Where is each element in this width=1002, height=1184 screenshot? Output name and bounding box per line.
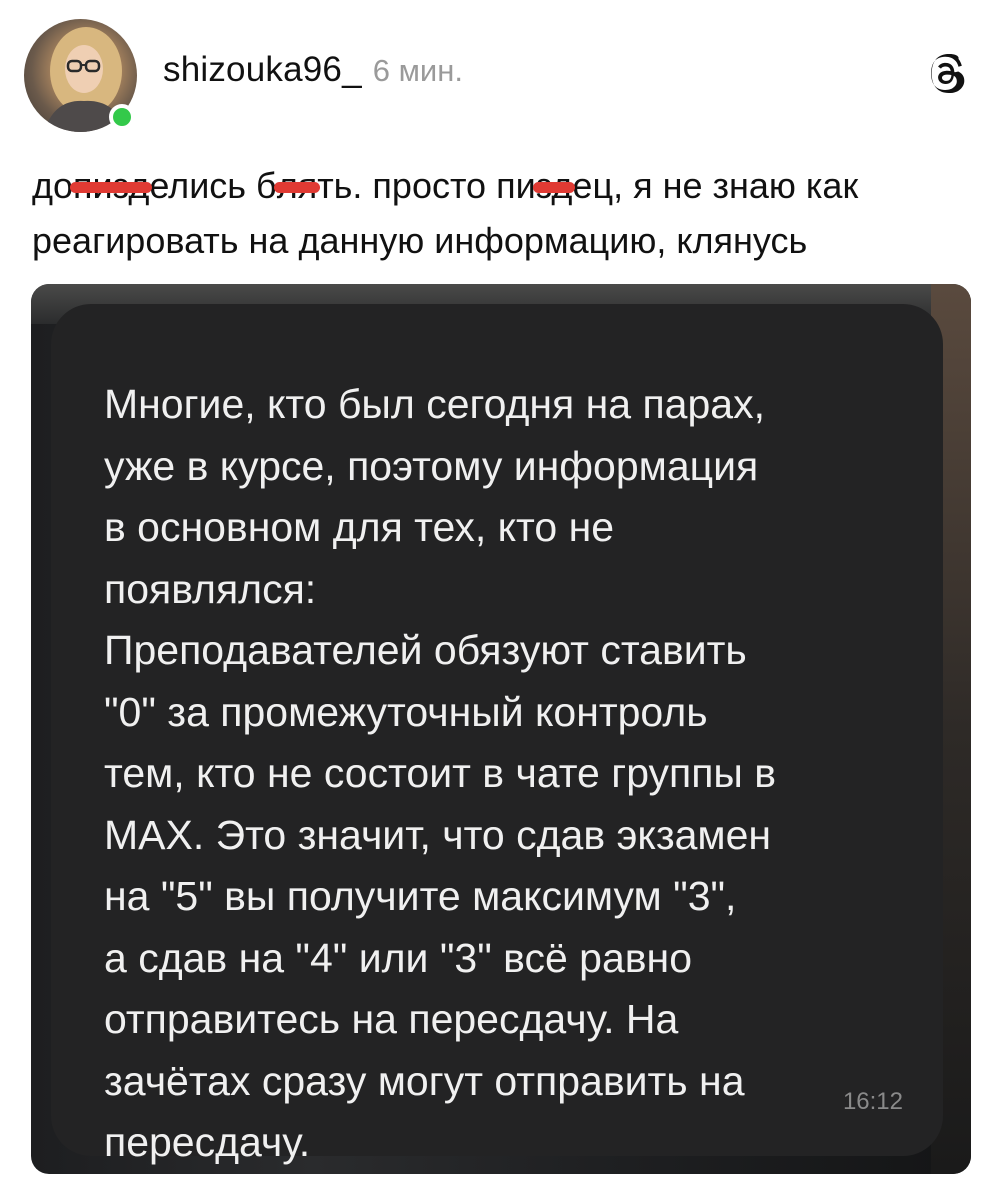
caption-line-1: допизделись блять. просто пиздец, я не з… — [32, 158, 972, 213]
caption-text: ть. просто пи — [317, 165, 536, 206]
caption-line-2: реагировать на данную информацию, клянус… — [32, 220, 808, 261]
post-header: shizouka96_ 6 мин. — [163, 50, 463, 100]
message-line: на "5" вы получите максимум "3", — [104, 873, 737, 919]
message-line: тем, кто не состоит в чате группы в — [104, 750, 777, 796]
message-line: отправитесь на пересдачу. На — [104, 996, 679, 1042]
post-image[interactable]: Многие, кто был сегодня на парах, уже в … — [31, 284, 971, 1174]
threads-icon[interactable] — [926, 53, 968, 96]
message-line: пересдачу. — [104, 1119, 311, 1165]
message-time: 16:12 — [842, 1088, 903, 1115]
message-bubble: Многие, кто был сегодня на парах, уже в … — [51, 304, 943, 1165]
message-line: в основном для тех, кто не — [104, 504, 615, 550]
message-line: уже в курсе, поэтому информация — [104, 442, 759, 489]
post-caption: допизделись блять. просто пиздец, я не з… — [32, 158, 972, 268]
caption-text: до — [32, 165, 74, 206]
message-line: а сдав на "4" или "3" всё равно — [104, 934, 692, 981]
username-link[interactable]: shizouka96_ — [163, 50, 362, 90]
message-text: Многие, кто был сегодня на парах, уже в … — [104, 374, 934, 1174]
message-line: "0" за промежуточный контроль — [104, 688, 708, 735]
censored-word: ля — [273, 158, 320, 213]
post-timestamp: 6 мин. — [372, 53, 463, 88]
message-line: зачётах сразу могут отправить на — [104, 1057, 745, 1104]
caption-text: ец, я не знаю как — [572, 165, 859, 206]
avatar[interactable] — [24, 19, 137, 132]
online-status-dot — [109, 104, 135, 130]
message-line: MAX. Это значит, что сдав экзамен — [104, 811, 772, 858]
censored-word: пизд — [70, 158, 153, 213]
message-line: появлялся: — [104, 565, 317, 612]
caption-text: елись б — [149, 165, 277, 206]
message-line: Многие, кто был сегодня на парах, — [104, 381, 765, 427]
message-line: Преподавателей обязуют ставить — [104, 627, 747, 673]
censored-word: зд — [532, 158, 576, 213]
